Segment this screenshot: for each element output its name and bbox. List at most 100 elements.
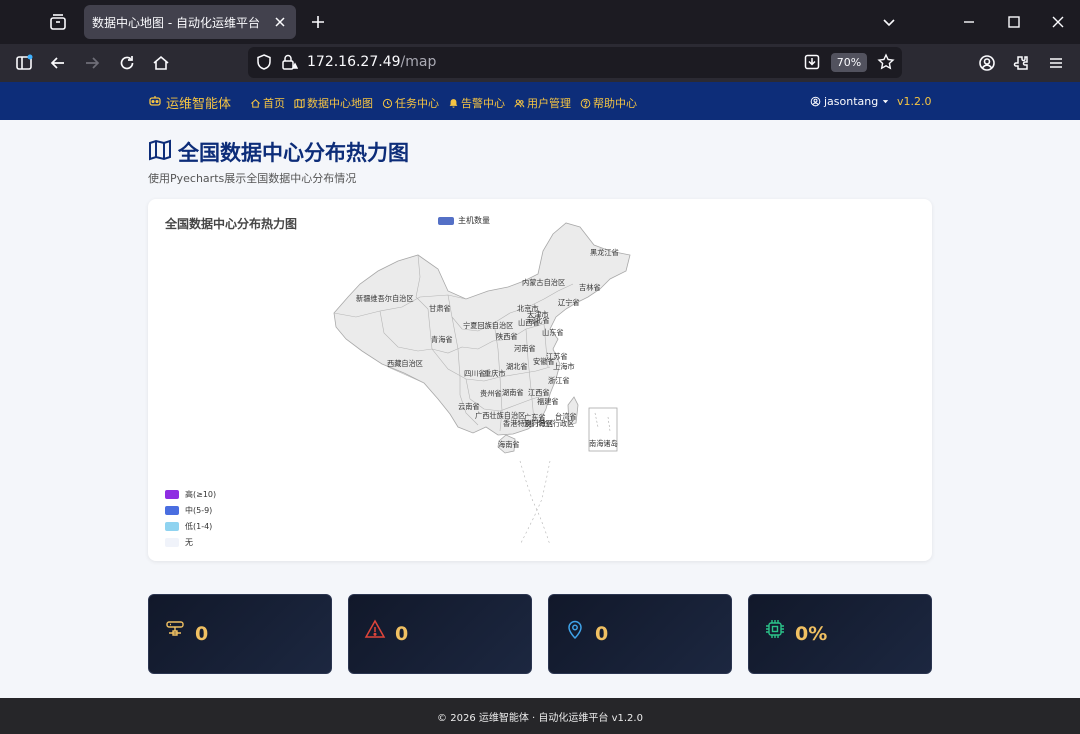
visual-map-item[interactable]: 中(5-9) bbox=[165, 502, 216, 518]
stat-value: 0 bbox=[195, 623, 209, 645]
menu-item-datacenter-map[interactable]: 数据中心地图 bbox=[294, 95, 373, 111]
menu-label: 数据中心地图 bbox=[307, 97, 373, 110]
chart-legend[interactable]: 主机数量 bbox=[438, 215, 490, 226]
region-label: 浙江省 bbox=[548, 376, 570, 385]
stat-card-alerts[interactable]: 0 bbox=[348, 594, 532, 674]
china-map[interactable]: 黑龙江省内蒙古自治区吉林省新疆维吾尔自治区甘肃省辽宁省北京市天津市河北省宁夏回族… bbox=[148, 199, 932, 561]
visual-map-label: 低(1-4) bbox=[185, 521, 213, 531]
download-page-icon[interactable] bbox=[803, 53, 821, 71]
visual-map-label: 高(≥10) bbox=[185, 489, 217, 499]
region-label: 西藏自治区 bbox=[387, 359, 423, 368]
menu-label: 任务中心 bbox=[395, 97, 439, 110]
close-window-icon[interactable] bbox=[1048, 12, 1068, 32]
user-circle-icon bbox=[810, 96, 821, 107]
zoom-level-badge[interactable]: 70% bbox=[831, 53, 867, 72]
brand-name: 运维智能体 bbox=[166, 97, 232, 112]
active-tab[interactable]: 数据中心地图 - 自动化运维平台 bbox=[84, 5, 296, 39]
account-icon[interactable] bbox=[977, 53, 997, 73]
tab-close-icon[interactable] bbox=[272, 14, 288, 30]
map-icon bbox=[294, 98, 305, 108]
stat-value: 0% bbox=[795, 623, 828, 645]
visual-map-item[interactable]: 低(1-4) bbox=[165, 518, 216, 534]
url-text[interactable]: 172.16.27.49/map bbox=[307, 54, 436, 70]
region-label: 澳门特别行政区 bbox=[524, 419, 574, 428]
menu-item-home[interactable]: 首页 bbox=[250, 95, 285, 111]
region-label: 辽宁省 bbox=[558, 298, 580, 307]
stat-card-locations[interactable]: 0 bbox=[548, 594, 732, 674]
minimize-icon[interactable] bbox=[959, 12, 979, 32]
region-label: 湖南省 bbox=[502, 388, 524, 397]
reload-icon[interactable] bbox=[117, 53, 137, 73]
new-tab-icon[interactable] bbox=[308, 12, 328, 32]
page-title: 全国数据中心分布热力图 bbox=[148, 137, 409, 167]
stat-value: 0 bbox=[395, 623, 409, 645]
maximize-icon[interactable] bbox=[1004, 12, 1024, 32]
home-icon[interactable] bbox=[151, 53, 171, 73]
menu-item-alert-center[interactable]: 告警中心 bbox=[448, 95, 505, 111]
hamburger-menu-icon[interactable] bbox=[1046, 53, 1066, 73]
visual-map-swatch bbox=[165, 521, 179, 531]
menu-label: 帮助中心 bbox=[593, 97, 637, 110]
chart-title: 全国数据中心分布热力图 bbox=[165, 217, 298, 231]
brand-logo[interactable]: 运维智能体 bbox=[148, 93, 231, 112]
south-china-sea-islands bbox=[519, 460, 551, 546]
region-label: 上海市 bbox=[553, 362, 575, 371]
lock-warning-icon[interactable] bbox=[280, 53, 299, 71]
stat-value: 0 bbox=[595, 623, 609, 645]
back-icon[interactable] bbox=[48, 53, 68, 73]
extensions-icon[interactable] bbox=[1012, 53, 1032, 73]
bell-icon bbox=[449, 98, 458, 108]
menu-item-help-center[interactable]: 帮助中心 bbox=[580, 95, 637, 111]
page-footer: © 2026 运维智能体 · 自动化运维平台 v1.2.0 bbox=[0, 698, 1080, 734]
stat-card-usage[interactable]: 0% bbox=[748, 594, 932, 674]
home-icon bbox=[251, 98, 260, 108]
tab-title: 数据中心地图 - 自动化运维平台 bbox=[92, 16, 260, 30]
legend-swatch bbox=[438, 216, 454, 225]
tab-list-icon[interactable] bbox=[48, 12, 68, 32]
page-title-text: 全国数据中心分布热力图 bbox=[178, 141, 409, 165]
region-label: 贵州省 bbox=[480, 389, 502, 398]
region-label: 宁夏回族自治区 bbox=[463, 321, 513, 330]
page-subtitle: 使用Pyecharts展示全国数据中心分布情况 bbox=[148, 172, 357, 185]
sidebar-toggle-icon[interactable] bbox=[14, 53, 34, 73]
shield-icon[interactable] bbox=[255, 53, 273, 71]
menu-label: 首页 bbox=[263, 97, 285, 110]
region-label: 青海省 bbox=[431, 335, 453, 344]
main-menu: 首页 数据中心地图 任务中心 告警中心 用户管理 帮助中心 bbox=[250, 95, 646, 111]
menu-item-user-management[interactable]: 用户管理 bbox=[514, 95, 571, 111]
region-label: 内蒙古自治区 bbox=[522, 278, 565, 287]
caret-down-icon bbox=[883, 100, 889, 104]
visual-map-item[interactable]: 高(≥10) bbox=[165, 486, 216, 502]
legend-label: 主机数量 bbox=[458, 216, 490, 225]
menu-label: 告警中心 bbox=[461, 97, 505, 110]
visual-map-swatch bbox=[165, 537, 179, 547]
stat-card-hosts[interactable]: 0 bbox=[148, 594, 332, 674]
region-label: 江西省 bbox=[528, 388, 550, 397]
app-version: v1.2.0 bbox=[897, 95, 932, 108]
region-label: 山西省 bbox=[518, 318, 540, 327]
app-header: 运维智能体 首页 数据中心地图 任务中心 告警中心 用户管理 帮助中心 jaso… bbox=[0, 82, 1080, 120]
visual-map-label: 无 bbox=[185, 537, 193, 547]
robot-icon bbox=[148, 94, 162, 112]
users-icon bbox=[514, 99, 525, 107]
location-pin-icon bbox=[564, 618, 586, 640]
region-label: 重庆市 bbox=[484, 369, 506, 378]
menu-label: 用户管理 bbox=[527, 97, 571, 110]
chevron-down-icon[interactable] bbox=[879, 12, 899, 32]
username: jasontang bbox=[824, 95, 879, 108]
forward-icon[interactable] bbox=[82, 53, 102, 73]
menu-item-task-center[interactable]: 任务中心 bbox=[382, 95, 439, 111]
region-label: 山东省 bbox=[542, 328, 564, 337]
user-dropdown[interactable]: jasontang bbox=[810, 95, 890, 108]
region-label: 黑龙江省 bbox=[590, 248, 619, 257]
clock-icon bbox=[382, 98, 393, 108]
visual-map-swatch bbox=[165, 505, 179, 515]
cpu-chip-icon bbox=[764, 618, 786, 640]
visual-map-item[interactable]: 无 bbox=[165, 534, 216, 550]
url-bar[interactable]: 172.16.27.49/map 70% bbox=[248, 47, 902, 78]
region-label: 海南省 bbox=[498, 440, 520, 449]
bookmark-star-icon[interactable] bbox=[877, 53, 895, 71]
visual-map-label: 中(5-9) bbox=[185, 505, 213, 515]
region-label: 南海诸岛 bbox=[589, 439, 618, 448]
region-label: 新疆维吾尔自治区 bbox=[356, 294, 414, 303]
